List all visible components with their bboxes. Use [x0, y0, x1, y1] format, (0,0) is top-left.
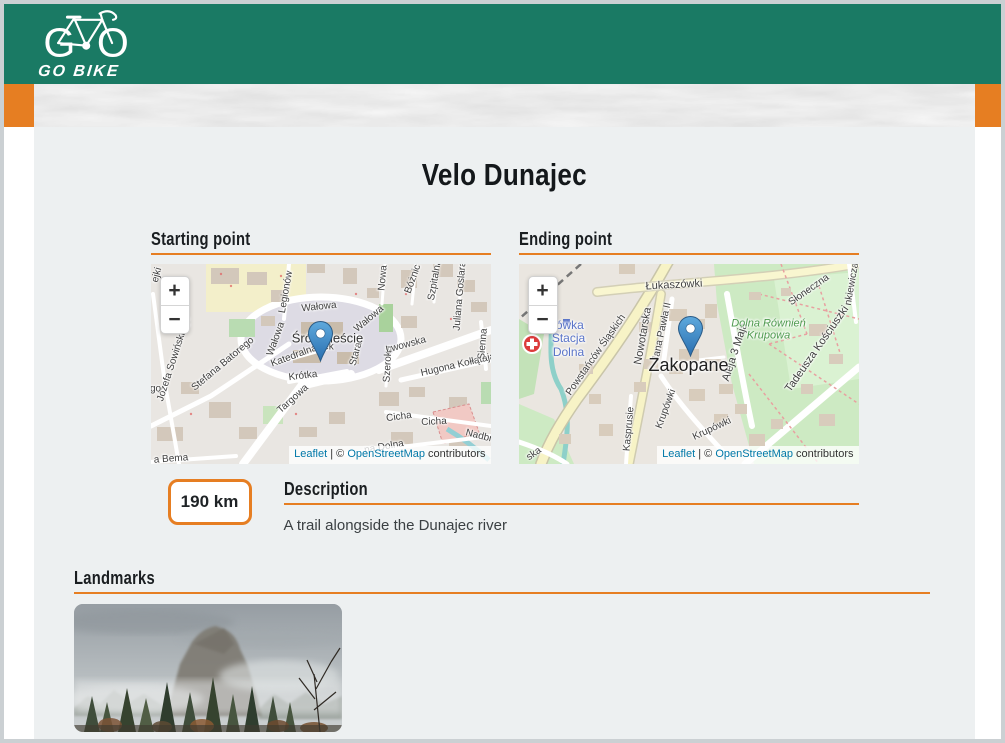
- svg-text:O: O: [97, 19, 129, 60]
- zoom-out-button[interactable]: −: [529, 305, 557, 333]
- header: G O GO BIKE: [4, 4, 1001, 84]
- street-label: go: [151, 384, 162, 395]
- zoom-in-button[interactable]: +: [161, 277, 189, 305]
- route-points-row: Starting point: [151, 229, 859, 464]
- start-map-marker-icon: [308, 321, 333, 362]
- banner-image: [34, 84, 975, 127]
- description-heading: Description: [284, 479, 859, 505]
- map-attribution: Leaflet | © OpenStreetMap contributors: [289, 446, 490, 464]
- starting-point-section: Starting point: [151, 229, 491, 464]
- description-text: A trail alongside the Dunajec river: [284, 517, 859, 534]
- leaflet-link[interactable]: Leaflet: [294, 448, 327, 460]
- bicycle-logo-icon: G O: [38, 10, 138, 60]
- start-map-zoom-control: + −: [160, 276, 190, 334]
- main-content: Velo Dunajec Starting point: [34, 127, 975, 739]
- zoom-out-button[interactable]: −: [161, 305, 189, 333]
- street-label: a Bema: [153, 452, 188, 464]
- start-map[interactable]: + − Leaflet | © OpenStreetMap contributo…: [151, 264, 491, 464]
- starting-point-heading: Starting point: [151, 229, 491, 255]
- street-label: Cicha: [420, 416, 446, 428]
- info-row: 190 km Description A trail alongside the…: [151, 479, 859, 534]
- banner-accent-right: [975, 84, 1001, 127]
- street-label: Nowa: [376, 265, 389, 291]
- landmarks-section: Landmarks: [74, 568, 930, 732]
- place-label: Zakopane: [648, 355, 728, 375]
- end-map[interactable]: + − Leaflet | © OpenStreetMap contributo…: [519, 264, 859, 464]
- zoom-in-button[interactable]: +: [529, 277, 557, 305]
- leaflet-link[interactable]: Leaflet: [662, 448, 695, 460]
- banner-accent-left: [4, 84, 34, 127]
- map-attribution: Leaflet | © OpenStreetMap contributors: [657, 446, 858, 464]
- openstreetmap-link[interactable]: OpenStreetMap: [347, 448, 425, 460]
- end-map-zoom-control: + −: [528, 276, 558, 334]
- page-title: Velo Dunajec: [34, 157, 975, 193]
- end-map-marker-icon: [678, 316, 703, 357]
- brand-text: GO BIKE: [37, 63, 139, 81]
- landmarks-heading: Landmarks: [74, 568, 930, 594]
- place-label: Dolna RównieńKrupowa: [731, 318, 806, 343]
- landmark-photo: [74, 604, 342, 732]
- openstreetmap-link[interactable]: OpenStreetMap: [715, 448, 793, 460]
- ending-point-heading: Ending point: [519, 229, 859, 255]
- banner-row: [4, 84, 1001, 127]
- logo[interactable]: G O GO BIKE: [38, 10, 138, 81]
- ending-point-section: Ending point: [519, 229, 859, 464]
- street-label: Sienna: [476, 328, 490, 360]
- distance-badge: 190 km: [168, 479, 252, 525]
- app-window: G O GO BIKE: [0, 0, 1005, 743]
- description-section: Description A trail alongside the Dunaje…: [284, 479, 859, 534]
